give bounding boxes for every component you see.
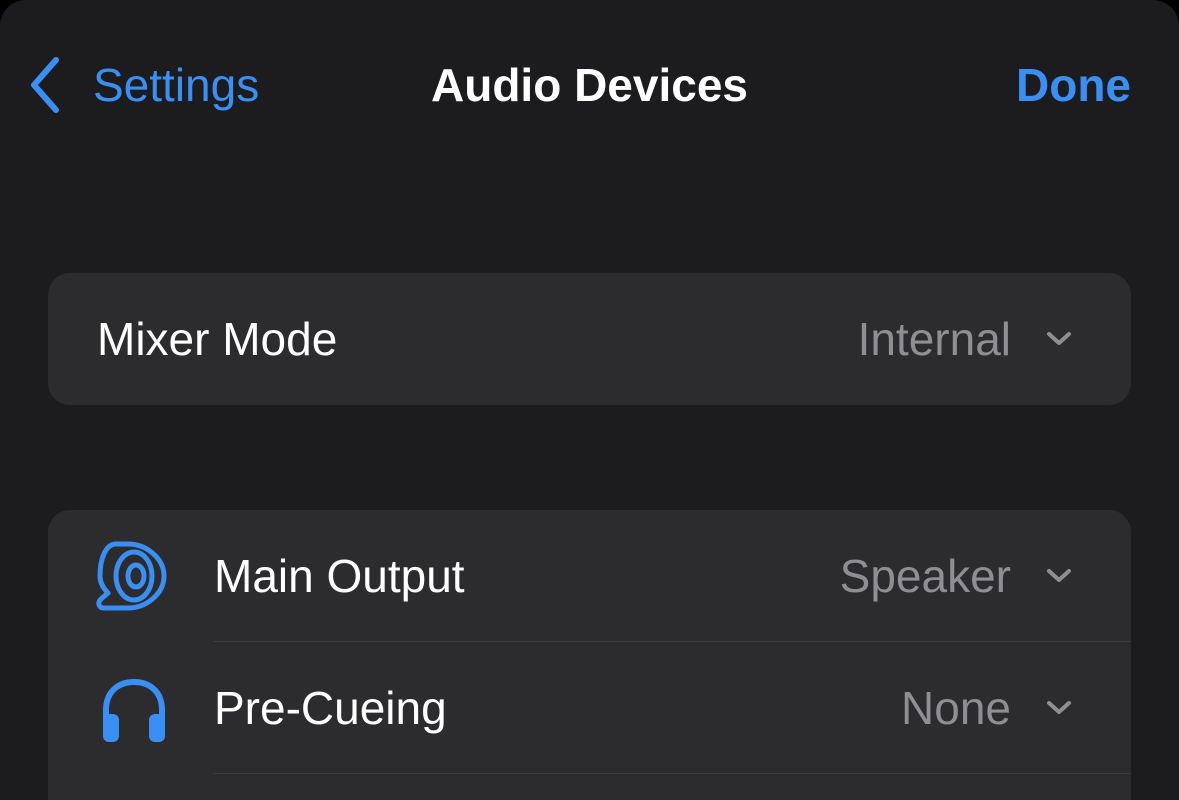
mixer-mode-group: Mixer Mode Internal: [48, 273, 1131, 405]
back-button[interactable]: Settings: [26, 50, 259, 120]
chevron-down-icon: [1045, 566, 1073, 586]
pre-cueing-value: None: [901, 682, 1011, 734]
row-separator: [213, 773, 1131, 774]
pre-cueing-label: Pre-Cueing: [214, 682, 447, 734]
main-output-value: Speaker: [839, 550, 1011, 602]
chevron-down-icon: [1045, 329, 1073, 349]
speaker-icon: [94, 538, 170, 614]
mixer-mode-row[interactable]: Mixer Mode Internal: [48, 273, 1131, 405]
pre-cueing-row[interactable]: Pre-Cueing None: [48, 642, 1131, 774]
chevron-down-icon: [1045, 698, 1073, 718]
audio-devices-group: Main Output Speaker Pre-Cueing None: [48, 510, 1131, 800]
settings-sheet: Settings Audio Devices Done Mixer Mode I…: [0, 0, 1179, 800]
main-output-row[interactable]: Main Output Speaker: [48, 510, 1131, 642]
mixer-mode-label: Mixer Mode: [97, 313, 338, 365]
navigation-bar: Settings Audio Devices Done: [0, 0, 1179, 170]
back-button-label: Settings: [93, 59, 260, 111]
main-output-label: Main Output: [214, 550, 465, 602]
chevron-left-icon: [26, 54, 62, 116]
headphones-icon: [96, 674, 172, 750]
mixer-mode-value: Internal: [857, 313, 1011, 365]
done-button[interactable]: Done: [1016, 50, 1131, 120]
